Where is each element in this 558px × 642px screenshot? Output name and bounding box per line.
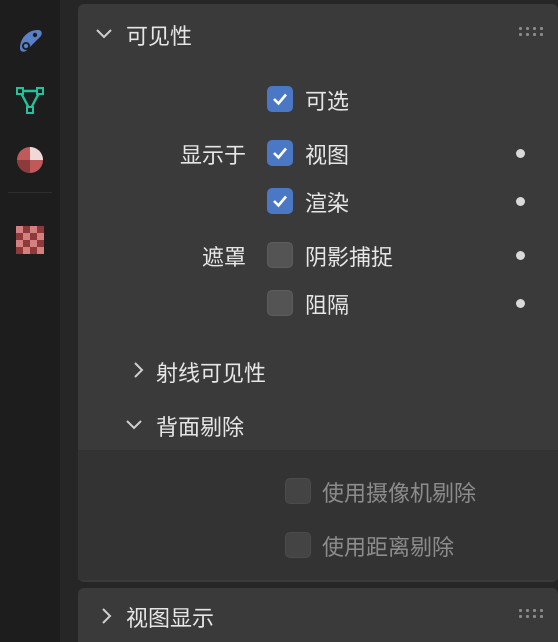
- viewport-checkbox[interactable]: [267, 140, 293, 166]
- use-camera-cull-label: 使用摄像机剔除: [322, 482, 477, 507]
- shadow-catcher-label: 阴影捕捉: [305, 246, 394, 271]
- show-in-label: 显示于: [179, 144, 246, 169]
- expand-chevron-icon[interactable]: [94, 604, 118, 632]
- shadow-catcher-checkbox[interactable]: [267, 242, 293, 268]
- use-camera-cull-checkbox[interactable]: [285, 478, 311, 504]
- keyframe-dot-icon[interactable]: [516, 149, 525, 158]
- culling-header[interactable]: 背面剔除: [156, 410, 244, 442]
- culling-subpanel: [78, 450, 558, 580]
- holdout-label: 阻隔: [305, 294, 350, 319]
- material-icon[interactable]: [12, 142, 48, 178]
- holdout-checkbox[interactable]: [267, 290, 293, 316]
- render-checkbox[interactable]: [267, 188, 293, 214]
- viewport-display-title[interactable]: 视图显示: [126, 601, 214, 633]
- sidebar-divider: [8, 192, 52, 193]
- keyframe-dot-icon[interactable]: [516, 299, 525, 308]
- checkmark-icon: [273, 147, 287, 160]
- viewport-label: 视图: [305, 144, 350, 169]
- keyframe-dot-icon[interactable]: [516, 197, 525, 206]
- panel-drag-handle-icon[interactable]: [519, 27, 545, 37]
- checkmark-icon: [273, 195, 287, 208]
- collapse-chevron-icon[interactable]: [92, 22, 116, 50]
- keyframe-dot-icon[interactable]: [516, 251, 525, 260]
- render-label: 渲染: [305, 192, 350, 217]
- selectable-label: 可选: [305, 90, 350, 115]
- selectable-checkbox[interactable]: [267, 86, 293, 112]
- texture-icon[interactable]: [12, 222, 48, 258]
- panel-drag-handle-icon[interactable]: [519, 609, 545, 619]
- use-distance-cull-checkbox[interactable]: [285, 532, 311, 558]
- visibility-panel-title[interactable]: 可见性: [126, 19, 192, 51]
- collapse-chevron-icon[interactable]: [122, 413, 146, 441]
- expand-chevron-icon[interactable]: [126, 358, 150, 386]
- ray-visibility-header[interactable]: 射线可见性: [156, 356, 266, 388]
- properties-tab-sidebar: [0, 0, 60, 642]
- constraint-icon[interactable]: [12, 22, 48, 58]
- mask-label: 遮罩: [201, 246, 246, 271]
- checkmark-icon: [273, 93, 287, 106]
- mesh-data-icon[interactable]: [12, 82, 48, 118]
- use-distance-cull-label: 使用距离剔除: [322, 536, 455, 561]
